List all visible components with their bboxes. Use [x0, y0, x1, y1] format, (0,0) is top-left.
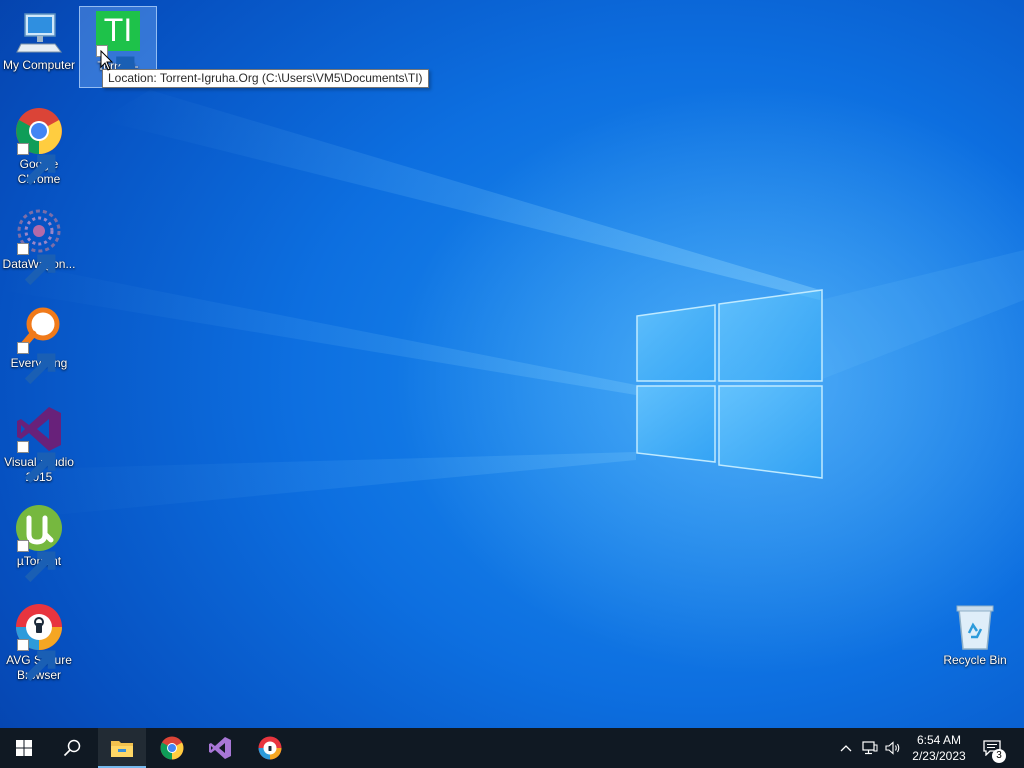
- windows-logo-wallpaper: [0, 90, 1024, 520]
- shortcut-arrow-icon: [17, 441, 56, 484]
- recycle-bin-icon: [951, 603, 999, 651]
- desktop-icon-label: My Computer: [2, 58, 76, 72]
- chevron-up-icon: [840, 745, 852, 752]
- network-icon: [862, 741, 878, 755]
- shortcut-arrow-icon: [17, 243, 56, 286]
- torrent-logo-text: TI: [103, 12, 133, 48]
- desktop-wallpaper: [0, 0, 1024, 728]
- shortcut-arrow-icon: [17, 143, 56, 186]
- taskbar-chrome[interactable]: [148, 728, 196, 768]
- everything-search-icon: [15, 306, 63, 385]
- taskbar-avg-secure-browser[interactable]: [246, 728, 294, 768]
- clock-date: 2/23/2023: [912, 749, 966, 763]
- datawagon-icon: [15, 207, 63, 286]
- start-button[interactable]: [0, 728, 48, 768]
- shortcut-arrow-icon: [17, 639, 56, 682]
- desktop-icon-visual-studio[interactable]: Visual Studio 2015: [0, 403, 78, 485]
- volume-icon: [885, 741, 900, 755]
- location-tooltip: Location: Torrent-Igruha.Org (C:\Users\V…: [102, 69, 429, 88]
- taskbar: 6:54 AM 2/23/2023 3: [0, 728, 1024, 768]
- search-button[interactable]: [48, 728, 96, 768]
- computer-icon: [15, 8, 63, 56]
- avg-secure-browser-icon: [15, 603, 63, 682]
- desktop-icon-recycle-bin[interactable]: Recycle Bin: [936, 601, 1014, 668]
- shortcut-arrow-icon: [17, 540, 56, 583]
- windows-logo-icon: [16, 740, 32, 756]
- taskbar-file-explorer[interactable]: [98, 728, 146, 768]
- visual-studio-icon: [209, 737, 231, 759]
- avg-secure-browser-icon: [258, 736, 282, 760]
- desktop-icon-avg-secure-browser[interactable]: AVG Secure Browser: [0, 601, 78, 683]
- utorrent-icon: [15, 504, 63, 583]
- notification-count-badge: 3: [992, 749, 1006, 763]
- search-icon: [63, 739, 81, 757]
- clock-time: 6:54 AM: [916, 733, 962, 747]
- desktop-icon-google-chrome[interactable]: Google Chrome: [0, 105, 78, 187]
- desktop-icon-everything[interactable]: Everything: [0, 304, 78, 385]
- desktop-icon-label: Recycle Bin: [943, 653, 1007, 667]
- shortcut-arrow-icon: [17, 342, 56, 385]
- mouse-cursor-icon: [100, 50, 114, 71]
- desktop-icon-utorrent[interactable]: µTorrent: [0, 502, 78, 583]
- clock[interactable]: 6:54 AM 2/23/2023: [900, 728, 978, 768]
- file-explorer-icon: [111, 741, 133, 757]
- visual-studio-icon: [15, 405, 63, 484]
- desktop-icon-my-computer[interactable]: My Computer: [0, 6, 78, 73]
- taskbar-visual-studio[interactable]: [196, 728, 244, 768]
- chrome-icon: [15, 107, 63, 186]
- network-button[interactable]: [860, 738, 880, 758]
- desktop-icon-datawagon[interactable]: DataWagon...: [0, 205, 78, 286]
- show-hidden-icons-button[interactable]: [836, 738, 856, 758]
- chrome-icon: [160, 736, 184, 760]
